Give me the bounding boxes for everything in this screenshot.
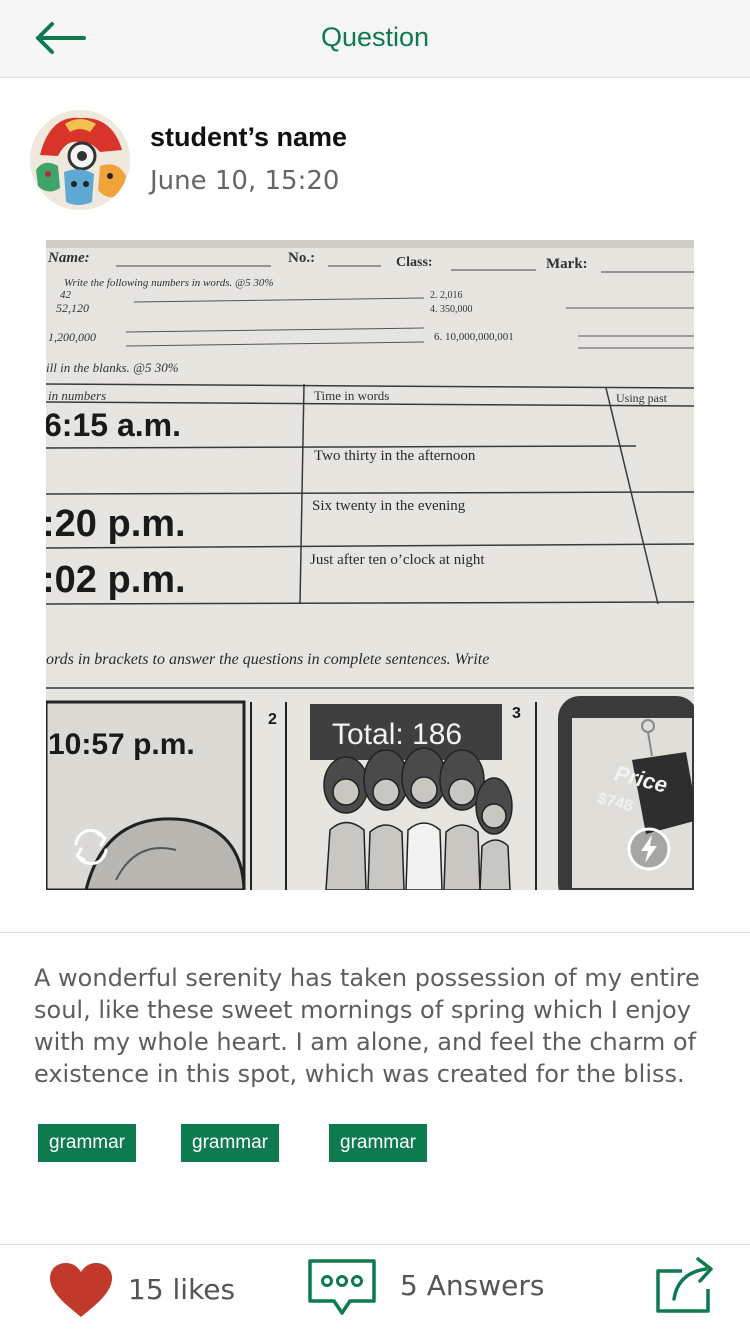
ws-row4-words: Just after ten o’clock at night <box>310 552 485 568</box>
ws-col-words: Time in words <box>314 388 389 403</box>
ws-row1-num: 6:15 a.m. <box>46 407 181 443</box>
post-author: student’s name June 10, 15:20 <box>30 110 720 212</box>
bottom-action-bar: 15 likes 5 Answers <box>0 1244 750 1334</box>
ws-header-mark: Mark: <box>546 256 588 272</box>
answers-count: 5 Answers <box>400 1269 545 1302</box>
heart-icon <box>50 1263 112 1317</box>
answers-button[interactable] <box>306 1257 378 1319</box>
rotate-photo-button[interactable] <box>68 824 114 870</box>
ws-instruction-2: ill in the blanks. @5 30% <box>46 360 179 375</box>
ws-header-class: Class: <box>396 255 433 270</box>
ws-number-6: 6. 10,000,000,001 <box>434 331 514 343</box>
question-photo[interactable]: Name: No.: Class: Mark: Write the follow… <box>46 240 694 890</box>
tag-chip[interactable]: grammar <box>181 1124 280 1162</box>
like-button[interactable] <box>48 1261 114 1319</box>
avatar-image <box>30 110 130 210</box>
ws-number-3: 1,200,000 <box>48 330 96 344</box>
author-name[interactable]: student’s name <box>150 122 347 153</box>
flash-icon <box>627 827 671 871</box>
ws-panel2-num: 2 <box>268 711 277 728</box>
page-title: Question <box>320 22 430 52</box>
ws-row3-words: Six twenty in the evening <box>312 498 466 514</box>
ws-panel1-time: 10:57 p.m. <box>48 728 195 761</box>
ws-number-5: 4. 350,000 <box>430 304 473 315</box>
flash-button[interactable] <box>626 826 672 872</box>
ws-number-2: 52,120 <box>56 301 89 315</box>
ws-instruction-1: Write the following numbers in words. @5… <box>64 277 274 289</box>
divider <box>0 932 750 933</box>
ws-panel3-num: 3 <box>512 705 521 722</box>
worksheet-photo: Name: No.: Class: Mark: Write the follow… <box>46 240 694 890</box>
ws-header-name: Name: <box>47 250 90 266</box>
ws-header-no: No.: <box>288 250 315 266</box>
ws-col-past: Using past <box>616 391 668 405</box>
ws-row3-num: :20 p.m. <box>46 503 186 545</box>
share-button[interactable] <box>654 1255 716 1315</box>
ws-instruction-3: ords in brackets to answer the questions… <box>46 651 489 668</box>
rotate-icon <box>74 828 108 866</box>
post-timestamp: June 10, 15:20 <box>150 166 340 196</box>
ws-panel2-total: Total: 186 <box>332 718 462 751</box>
question-text: A wonderful serenity has taken possessio… <box>34 964 700 1088</box>
likes-count: 15 likes <box>128 1273 236 1306</box>
share-icon <box>656 1257 713 1313</box>
ws-row2-words: Two thirty in the afternoon <box>314 448 476 464</box>
ws-number-1: 42 <box>60 289 72 301</box>
tag-chip[interactable]: grammar <box>38 1124 137 1162</box>
tag-chip[interactable]: grammar <box>329 1124 428 1162</box>
ws-number-4: 2. 2,016 <box>430 290 463 301</box>
ws-row4-num: :02 p.m. <box>46 559 186 601</box>
avatar[interactable] <box>30 110 130 210</box>
ws-col-numbers: in numbers <box>48 388 106 403</box>
top-bar: Question <box>0 0 750 78</box>
chat-bubble-icon <box>308 1259 376 1315</box>
